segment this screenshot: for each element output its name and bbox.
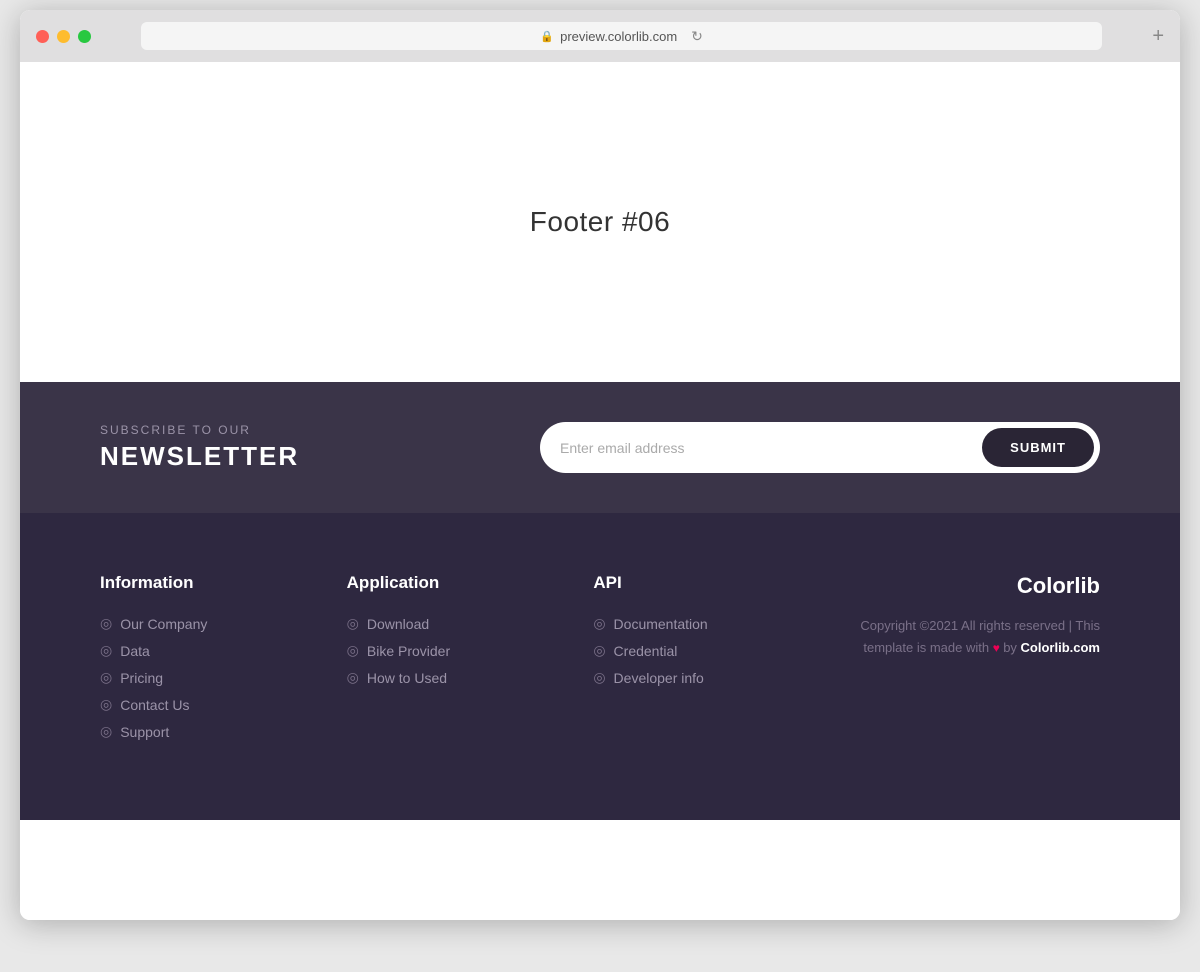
maximize-button[interactable] [78, 30, 91, 43]
information-title: Information [100, 573, 307, 593]
check-icon: ◎ [593, 642, 605, 659]
check-icon: ◎ [100, 669, 112, 686]
check-icon: ◎ [100, 696, 112, 713]
list-item: ◎ Pricing [100, 669, 307, 686]
copyright-by: by [1003, 640, 1020, 655]
application-link-2[interactable]: Bike Provider [367, 643, 450, 659]
newsletter-form: SUBMIT [540, 422, 1100, 473]
api-column: API ◎ Documentation ◎ Credential ◎ Devel [593, 573, 800, 686]
check-icon: ◎ [593, 615, 605, 632]
refresh-icon[interactable]: ↻ [691, 28, 703, 45]
api-link-2[interactable]: Credential [614, 643, 678, 659]
submit-button[interactable]: SUBMIT [982, 428, 1094, 467]
list-item: ◎ Our Company [100, 615, 307, 632]
list-item: ◎ Download [347, 615, 554, 632]
list-item: ◎ How to Used [347, 669, 554, 686]
list-item: ◎ Developer info [593, 669, 800, 686]
brand-name: Colorlib [840, 573, 1100, 599]
information-links: ◎ Our Company ◎ Data ◎ Pricing ◎ [100, 615, 307, 740]
browser-window: 🔒 preview.colorlib.com ↻ + Footer #06 SU… [20, 10, 1180, 920]
browser-chrome: 🔒 preview.colorlib.com ↻ + [20, 10, 1180, 62]
traffic-lights [36, 30, 91, 43]
newsletter-section: SUBSCRIBE TO OUR NEWSLETTER SUBMIT [20, 382, 1180, 513]
check-icon: ◎ [347, 615, 359, 632]
address-bar: 🔒 preview.colorlib.com ↻ [141, 22, 1102, 50]
hero-section: Footer #06 [20, 62, 1180, 382]
check-icon: ◎ [593, 669, 605, 686]
heart-icon: ♥ [993, 641, 1003, 655]
application-link-1[interactable]: Download [367, 616, 429, 632]
list-item: ◎ Bike Provider [347, 642, 554, 659]
information-link-4[interactable]: Contact Us [120, 697, 189, 713]
api-link-3[interactable]: Developer info [614, 670, 704, 686]
application-column: Application ◎ Download ◎ Bike Provider ◎ [347, 573, 554, 686]
footer-section: Information ◎ Our Company ◎ Data ◎ Prici [20, 513, 1180, 820]
application-links: ◎ Download ◎ Bike Provider ◎ How to Used [347, 615, 554, 686]
brand-link[interactable]: Colorlib.com [1021, 640, 1100, 655]
information-link-1[interactable]: Our Company [120, 616, 207, 632]
url-text: preview.colorlib.com [560, 29, 677, 44]
api-links: ◎ Documentation ◎ Credential ◎ Developer… [593, 615, 800, 686]
api-link-1[interactable]: Documentation [614, 616, 708, 632]
page-title: Footer #06 [530, 206, 670, 238]
check-icon: ◎ [100, 615, 112, 632]
information-link-5[interactable]: Support [120, 724, 169, 740]
email-input[interactable] [560, 440, 982, 456]
newsletter-text: SUBSCRIBE TO OUR NEWSLETTER [100, 423, 299, 472]
information-link-3[interactable]: Pricing [120, 670, 163, 686]
minimize-button[interactable] [57, 30, 70, 43]
page-content: Footer #06 SUBSCRIBE TO OUR NEWSLETTER S… [20, 62, 1180, 920]
subscribe-label: SUBSCRIBE TO OUR [100, 423, 299, 437]
application-link-3[interactable]: How to Used [367, 670, 447, 686]
check-icon: ◎ [100, 642, 112, 659]
newsletter-heading: NEWSLETTER [100, 441, 299, 472]
new-tab-button[interactable]: + [1152, 26, 1164, 46]
brand-column: Colorlib Copyright ©2021 All rights rese… [840, 573, 1100, 659]
lock-icon: 🔒 [540, 30, 554, 43]
check-icon: ◎ [347, 669, 359, 686]
list-item: ◎ Contact Us [100, 696, 307, 713]
check-icon: ◎ [100, 723, 112, 740]
close-button[interactable] [36, 30, 49, 43]
copyright-text: Copyright ©2021 All rights reserved | Th… [840, 615, 1100, 659]
api-title: API [593, 573, 800, 593]
footer-columns: Information ◎ Our Company ◎ Data ◎ Prici [100, 573, 1100, 740]
list-item: ◎ Support [100, 723, 307, 740]
bottom-strip [20, 820, 1180, 920]
application-title: Application [347, 573, 554, 593]
information-column: Information ◎ Our Company ◎ Data ◎ Prici [100, 573, 307, 740]
information-link-2[interactable]: Data [120, 643, 150, 659]
list-item: ◎ Credential [593, 642, 800, 659]
check-icon: ◎ [347, 642, 359, 659]
list-item: ◎ Documentation [593, 615, 800, 632]
list-item: ◎ Data [100, 642, 307, 659]
